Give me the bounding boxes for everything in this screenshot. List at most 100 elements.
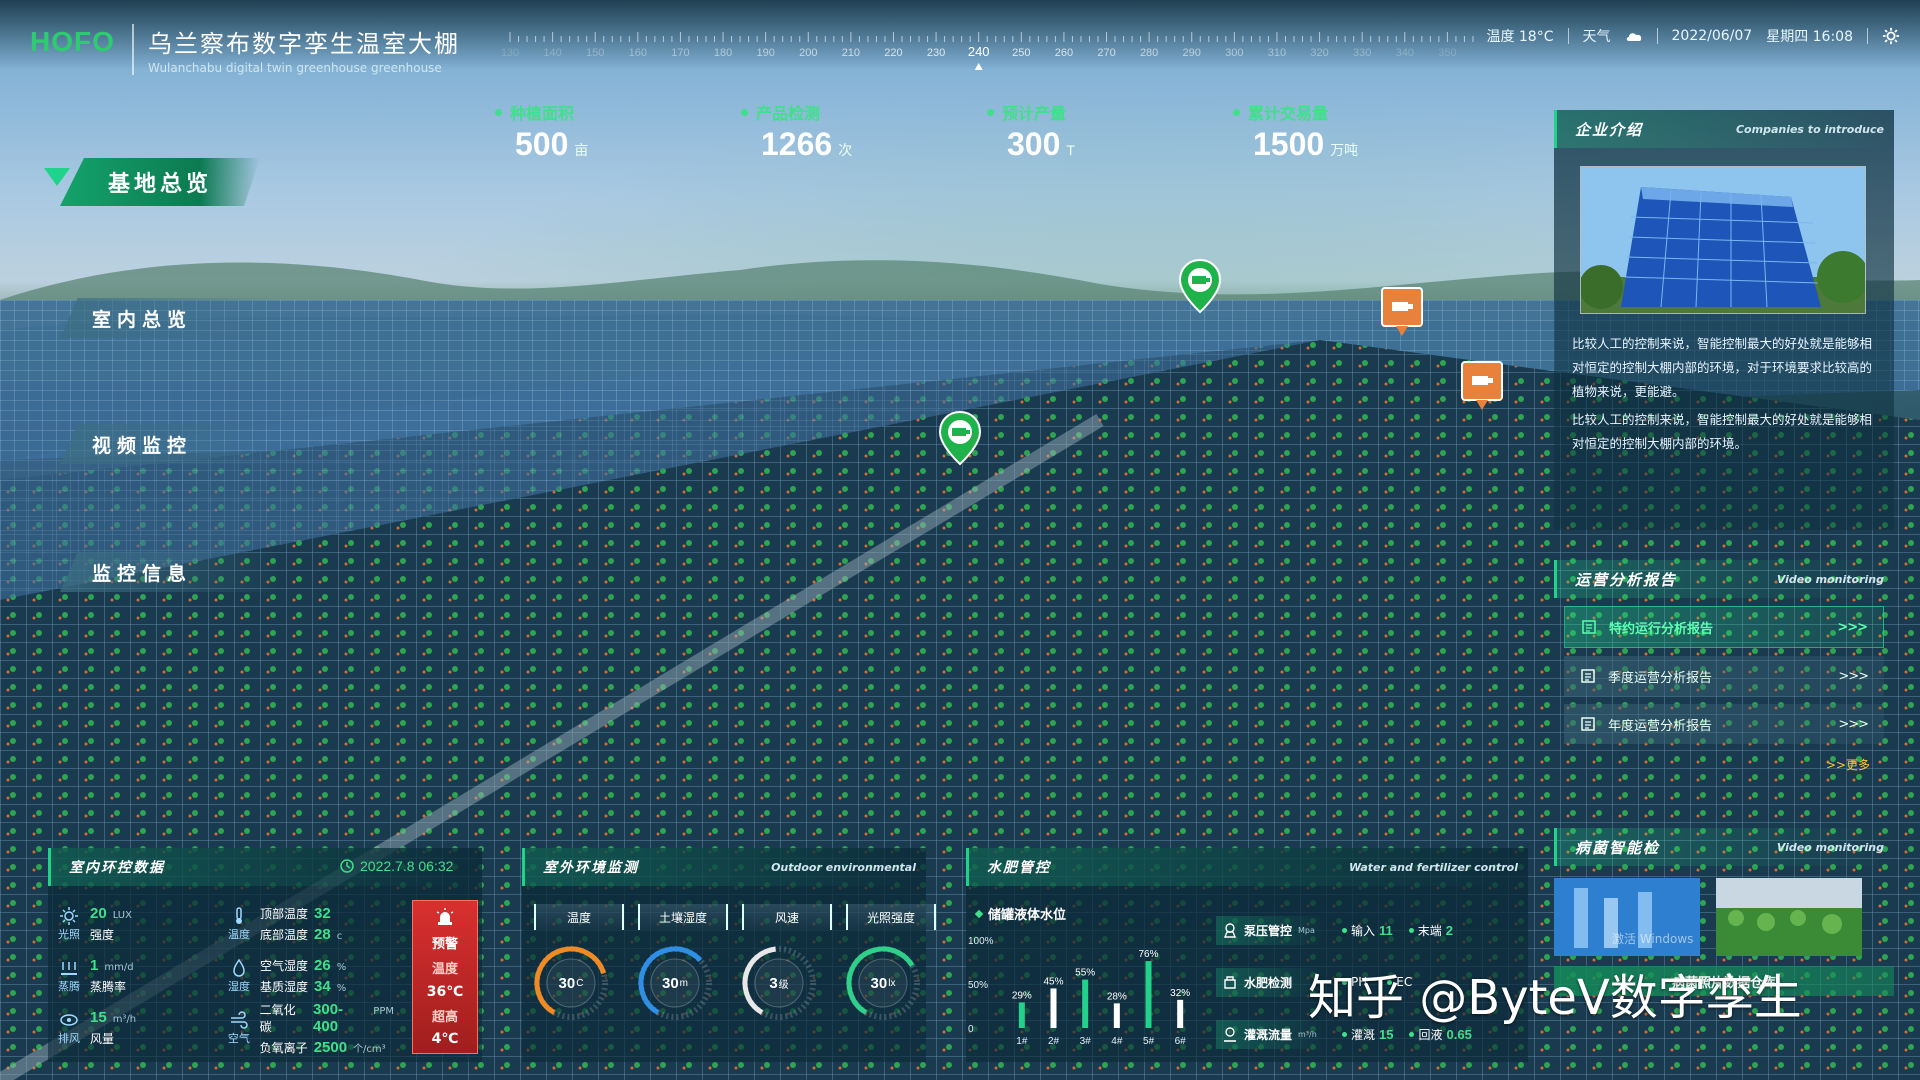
fertilizer-control-row[interactable]: 泵压管控 Mpa 输入 11 末端 2 (1216, 904, 1516, 956)
evaporation-icon (61, 962, 77, 975)
operations-panel-header: 运营分析报告 Video monitoring (1554, 560, 1894, 598)
ruler-label: 200 (799, 47, 817, 59)
metric-cell: 空气 二氧化碳 300-400 PPM 负氧离子 2500 个/cm³ (224, 1001, 394, 1056)
camera-marker-green[interactable] (1178, 258, 1222, 314)
metric-unit: LUX (112, 910, 132, 921)
metric-value: 1 (90, 957, 99, 974)
outdoor-gauges: 30 C 30 m 3 级 30 lx (528, 940, 926, 1026)
outdoor-tabs: 温度 土壤湿度 风速 光照强度 (534, 904, 936, 930)
pump-icon (1223, 923, 1237, 938)
metric-unit: mm/d (104, 962, 134, 973)
tank-level-bar (1082, 979, 1089, 1028)
tab-wind-speed[interactable]: 风速 (742, 904, 832, 930)
tank-level-bar (1018, 1002, 1025, 1028)
indoor-environment-panel: 室内环控数据 2022.7.8 06:32 光照 20 LUX 强度 温度 顶部温度 32 底… (48, 848, 482, 1062)
metric-icon-label: 蒸腾 (58, 980, 80, 993)
metric-label: 蒸腾率 (90, 980, 127, 994)
ruler-label: 190 (756, 47, 774, 59)
tank-level-chart: 100% 50% 0 29% 1# 45% 2# 55% 3# 28% 4# 76% 5# 32% 6# (968, 936, 1190, 1047)
alarm-icon (436, 908, 454, 926)
weekday-time: 星期四 16:08 (1766, 29, 1853, 45)
metric-unit: m³/h (112, 1014, 137, 1025)
ruler-label: 270 (1097, 47, 1115, 59)
camera-marker-green[interactable] (938, 410, 982, 466)
metric-cell: 温度 顶部温度 32 底部温度 28 c (224, 905, 394, 943)
bar-value-label: 76% (1138, 949, 1158, 960)
temperature-readout: 温度 18°C (1486, 29, 1554, 45)
more-link[interactable]: >>更多 (1554, 756, 1870, 773)
ruler-label: 160 (629, 47, 647, 59)
temperature-alert-badge[interactable]: 预警 温度 36℃ 超高 4℃ (412, 900, 478, 1054)
windows-activation-overlay: 激活 Windows (1612, 932, 1694, 946)
report-annual[interactable]: 年度运营分析报告 >>> (1564, 704, 1884, 744)
y-tick-label: 100% (968, 936, 994, 947)
ruler-label: 230 (927, 47, 945, 59)
metric-label: 顶部温度 (260, 907, 309, 921)
intro-paragraph: 比较人工的控制来说，智能控制最大的好处就是能够相对恒定的控制大棚内部的环境。 (1572, 412, 1873, 451)
bar-category-label: 6# (1175, 1036, 1187, 1047)
metric-value: 15 (90, 1009, 107, 1026)
ruler-label: 330 (1353, 47, 1371, 59)
fertilizer-icon (1224, 976, 1236, 989)
metric-icon-label: 温度 (228, 928, 250, 941)
tank-level-title: 储罐液体水位 (976, 904, 1066, 923)
metric-value: 2500 (313, 1038, 348, 1056)
nav-active-indicator (44, 168, 70, 186)
ruler-label: 180 (714, 47, 732, 59)
crop-sample-image[interactable] (1716, 878, 1862, 956)
fertilizer-panel-header: 水肥管控 Water and fertilizer control (966, 848, 1528, 886)
metric-icon-label: 排风 (58, 1032, 80, 1045)
tab-temperature[interactable]: 温度 (534, 904, 624, 930)
bottom-dashboard: 室内环控数据 2022.7.8 06:32 光照 20 LUX 强度 温度 顶部温度 32 底… (48, 848, 1528, 1062)
report-quarterly[interactable]: 季度运营分析报告 >>> (1564, 656, 1884, 696)
nav-monitoring-info[interactable]: 监控信息 (60, 552, 280, 592)
operations-report-panel: 运营分析报告 Video monitoring 特约运行分析报告 >>> 季度运营分… (1554, 560, 1894, 782)
control-name: 水肥检测 (1244, 975, 1293, 990)
nav-indoor-overview[interactable]: 室内总览 (60, 298, 280, 338)
pest-panel-header: 病菌智能检 Video monitoring (1554, 828, 1894, 866)
camera-marker-orange[interactable] (1460, 360, 1504, 412)
ruler-label: 310 (1268, 47, 1286, 59)
bar-value-label: 29% (1012, 990, 1032, 1001)
outdoor-gauge: 30 C (528, 940, 614, 1026)
bar-category-label: 4# (1111, 1036, 1123, 1047)
report-special[interactable]: 特约运行分析报告 >>> (1564, 606, 1884, 648)
tank-level-bar (1113, 1003, 1120, 1028)
lab-sample-image[interactable]: 激活 Windows (1554, 878, 1700, 956)
bar-category-label: 2# (1048, 1036, 1060, 1047)
metric-unit: PPM (373, 1005, 394, 1017)
nav-base-overview[interactable]: 基地总览 (60, 158, 260, 206)
bar-value-label: 45% (1043, 976, 1063, 987)
metric-value: 28 (314, 926, 331, 943)
bar-category-label: 1# (1016, 1036, 1028, 1047)
company-building-image (1580, 166, 1866, 314)
top-bar: HOFO 乌兰察布数字孪生温室大棚 Wulanchabu digital twi… (0, 0, 1920, 75)
bar-category-label: 3# (1080, 1036, 1092, 1047)
metric-label: 负氧离子 (259, 1040, 308, 1055)
bar-value-label: 28% (1107, 991, 1127, 1002)
flow-icon (1224, 1027, 1236, 1042)
nav-video-monitoring[interactable]: 视频监控 (60, 424, 280, 464)
metric-value: 20 (90, 905, 107, 922)
ruler-label: 320 (1310, 47, 1328, 59)
outdoor-gauge: 30 m (632, 940, 718, 1026)
gear-icon[interactable] (1882, 27, 1900, 45)
tank-level-bar (1145, 961, 1152, 1028)
ruler-label: 240 (968, 44, 990, 59)
company-intro: 比较人工的控制来说，智能控制最大的好处就是能够相对恒定的控制大棚内部的环境，对于… (1554, 332, 1894, 456)
metric-value: 32 (314, 905, 331, 922)
tab-soil-humidity[interactable]: 土壤湿度 (638, 904, 728, 930)
metric-label: 二氧化碳 (259, 1002, 296, 1034)
camera-marker-orange[interactable] (1380, 286, 1424, 338)
metric-value: 26 (314, 957, 331, 974)
humidity-icon (233, 958, 245, 977)
gauge-value: 30 C (558, 974, 584, 992)
stat-planting-area: 种植面积 500 亩 (495, 100, 741, 163)
compass-ruler[interactable]: 130 140 150 160 170 180 190 200 210 220 230 240 250 2… (500, 16, 1480, 71)
outdoor-panel-header: 室外环境监测 Outdoor environmental (522, 848, 926, 886)
company-panel-header: 企业介绍 Companies to introduce (1554, 110, 1894, 148)
ruler-label: 150 (586, 47, 604, 59)
tab-light-intensity[interactable]: 光照强度 (846, 904, 936, 930)
page-subtitle: Wulanchabu digital twin greenhouse green… (148, 61, 442, 75)
control-unit: Mpa (1298, 925, 1315, 935)
